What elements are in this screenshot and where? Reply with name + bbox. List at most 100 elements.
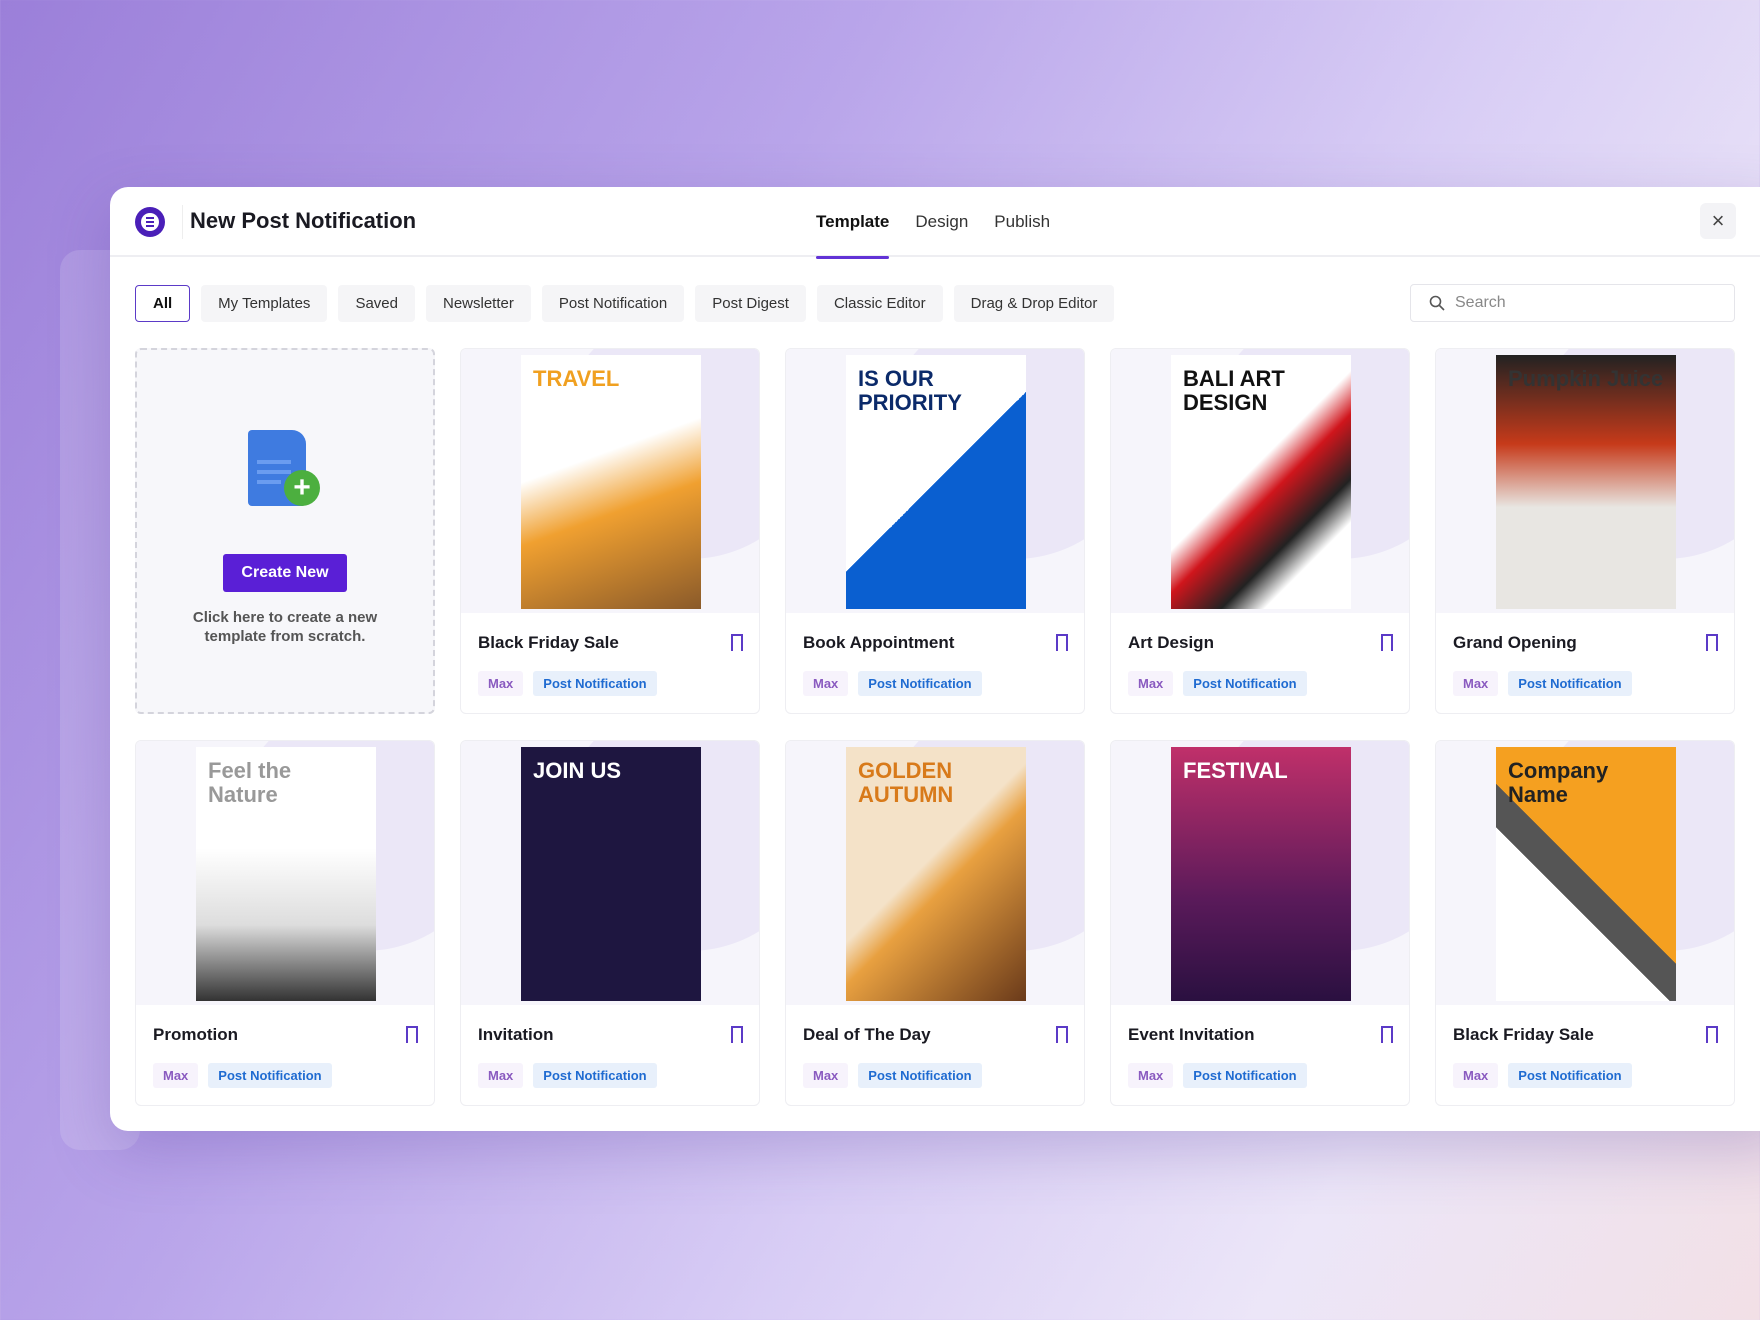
category-badge: Post Notification xyxy=(533,671,657,696)
template-card[interactable]: Pumpkin Juice Grand Opening Max Post Noti… xyxy=(1435,348,1735,714)
bookmark-icon[interactable] xyxy=(1706,634,1718,651)
divider xyxy=(182,205,183,239)
poster-image: IS OUR PRIORITY xyxy=(846,355,1026,609)
poster-headline: Feel the Nature xyxy=(208,758,292,807)
template-thumbnail[interactable]: TRAVEL xyxy=(461,349,759,613)
bookmark-icon[interactable] xyxy=(1056,634,1068,651)
poster-headline: IS OUR PRIORITY xyxy=(858,366,962,415)
poster-headline: FESTIVAL xyxy=(1183,758,1288,783)
poster-image: TRAVEL xyxy=(521,355,701,609)
poster-headline: GOLDEN AUTUMN xyxy=(858,758,954,807)
category-badge: Post Notification xyxy=(1508,1063,1632,1088)
filter-drag-drop-editor[interactable]: Drag & Drop Editor xyxy=(953,285,1115,322)
filter-newsletter[interactable]: Newsletter xyxy=(425,285,531,322)
template-thumbnail[interactable]: IS OUR PRIORITY xyxy=(786,349,1084,613)
category-badge: Post Notification xyxy=(533,1063,657,1088)
poster-headline: JOIN US xyxy=(533,758,622,783)
page-title: New Post Notification xyxy=(190,208,417,233)
poster-headline: BALI ART DESIGN xyxy=(1183,366,1285,415)
template-thumbnail[interactable]: Feel the Nature xyxy=(136,741,434,1005)
template-card[interactable]: FESTIVAL Event Invitation Max Post Notifi… xyxy=(1110,740,1410,1106)
plan-badge: Max xyxy=(1453,1063,1499,1088)
search-icon xyxy=(1429,295,1445,311)
category-badge: Post Notification xyxy=(208,1063,332,1088)
filter-post-notification[interactable]: Post Notification xyxy=(541,285,685,322)
bookmark-icon[interactable] xyxy=(1381,634,1393,651)
template-thumbnail[interactable]: FESTIVAL xyxy=(1111,741,1409,1005)
poster-image: Company Name xyxy=(1496,747,1676,1001)
template-title: Black Friday Sale xyxy=(1453,1025,1594,1044)
template-grid: + Create New Click here to create a new … xyxy=(135,348,1735,1106)
plan-badge: Max xyxy=(1128,671,1174,696)
filter-my-templates[interactable]: My Templates xyxy=(201,285,328,322)
filter-all[interactable]: All xyxy=(135,285,191,322)
poster-image: Feel the Nature xyxy=(196,747,376,1001)
filter-classic-editor[interactable]: Classic Editor xyxy=(816,285,943,322)
category-badge: Post Notification xyxy=(1183,671,1307,696)
tab-publish[interactable]: Publish xyxy=(994,187,1050,257)
template-title: Deal of The Day xyxy=(803,1025,931,1044)
template-title: Black Friday Sale xyxy=(478,633,619,652)
poster-headline: Pumpkin Juice xyxy=(1508,366,1664,391)
template-thumbnail[interactable]: JOIN US xyxy=(461,741,759,1005)
template-thumbnail[interactable]: Company Name xyxy=(1436,741,1734,1005)
search-placeholder: Search xyxy=(1455,294,1506,311)
template-title: Promotion xyxy=(153,1025,238,1044)
template-title: Book Appointment xyxy=(803,633,955,652)
template-card[interactable]: JOIN US Invitation Max Post Notification xyxy=(460,740,760,1106)
template-title: Invitation xyxy=(478,1025,554,1044)
create-new-description: Click here to create a new template from… xyxy=(192,609,378,645)
create-new-button[interactable]: Create New xyxy=(223,554,347,592)
plan-badge: Max xyxy=(153,1063,199,1088)
template-thumbnail[interactable]: BALI ART DESIGN xyxy=(1111,349,1409,613)
category-badge: Post Notification xyxy=(858,671,982,696)
template-thumbnail[interactable]: GOLDEN AUTUMN xyxy=(786,741,1084,1005)
bookmark-icon[interactable] xyxy=(731,634,743,651)
poster-image: GOLDEN AUTUMN xyxy=(846,747,1026,1001)
tab-template[interactable]: Template xyxy=(816,187,890,259)
template-card[interactable]: Feel the Nature Promotion Max Post Notifi… xyxy=(135,740,435,1106)
template-card[interactable]: GOLDEN AUTUMN Deal of The Day Max Post No… xyxy=(785,740,1085,1106)
close-button[interactable]: × xyxy=(1700,203,1736,239)
template-thumbnail[interactable]: Pumpkin Juice xyxy=(1436,349,1734,613)
poster-image: BALI ART DESIGN xyxy=(1171,355,1351,609)
bookmark-icon[interactable] xyxy=(1381,1026,1393,1043)
category-badge: Post Notification xyxy=(1508,671,1632,696)
bookmark-icon[interactable] xyxy=(1706,1026,1718,1043)
tab-design[interactable]: Design xyxy=(915,187,968,257)
filter-bar: All My Templates Saved Newsletter Post Notif… xyxy=(135,285,1115,322)
create-new-card[interactable]: + Create New Click here to create a new … xyxy=(135,348,435,714)
plan-badge: Max xyxy=(1128,1063,1174,1088)
bookmark-icon[interactable] xyxy=(1056,1026,1068,1043)
category-badge: Post Notification xyxy=(1183,1063,1307,1088)
template-title: Grand Opening xyxy=(1453,633,1577,652)
category-badge: Post Notification xyxy=(858,1063,982,1088)
filter-post-digest[interactable]: Post Digest xyxy=(695,285,806,322)
poster-headline: Company Name xyxy=(1508,758,1609,807)
poster-image: FESTIVAL xyxy=(1171,747,1351,1001)
template-title: Event Invitation xyxy=(1128,1025,1255,1044)
close-icon: × xyxy=(1711,208,1725,233)
app-logo-icon xyxy=(135,207,165,237)
plan-badge: Max xyxy=(803,671,849,696)
template-title: Art Design xyxy=(1128,633,1214,652)
plan-badge: Max xyxy=(478,671,524,696)
bookmark-icon[interactable] xyxy=(731,1026,743,1043)
filter-saved[interactable]: Saved xyxy=(338,285,415,322)
new-document-icon: + xyxy=(248,430,320,506)
modal-header: New Post Notification Template Design Pu… xyxy=(110,187,1760,259)
template-modal: New Post Notification Template Design Pu… xyxy=(110,187,1760,1131)
poster-image: JOIN US xyxy=(521,747,701,1001)
plan-badge: Max xyxy=(1453,671,1499,696)
template-card[interactable]: BALI ART DESIGN Art Design Max Post Notif… xyxy=(1110,348,1410,714)
poster-headline: TRAVEL xyxy=(533,366,620,391)
plan-badge: Max xyxy=(803,1063,849,1088)
bookmark-icon[interactable] xyxy=(406,1026,418,1043)
search-input[interactable]: Search xyxy=(1410,284,1735,322)
poster-image: Pumpkin Juice xyxy=(1496,355,1676,609)
template-card[interactable]: Company Name Black Friday Sale Max Post N… xyxy=(1435,740,1735,1106)
template-card[interactable]: IS OUR PRIORITY Book Appointment Max Post… xyxy=(785,348,1085,714)
step-tabs: Template Design Publish xyxy=(816,187,1050,259)
template-card[interactable]: TRAVEL Black Friday Sale Max Post Notific… xyxy=(460,348,760,714)
plan-badge: Max xyxy=(478,1063,524,1088)
